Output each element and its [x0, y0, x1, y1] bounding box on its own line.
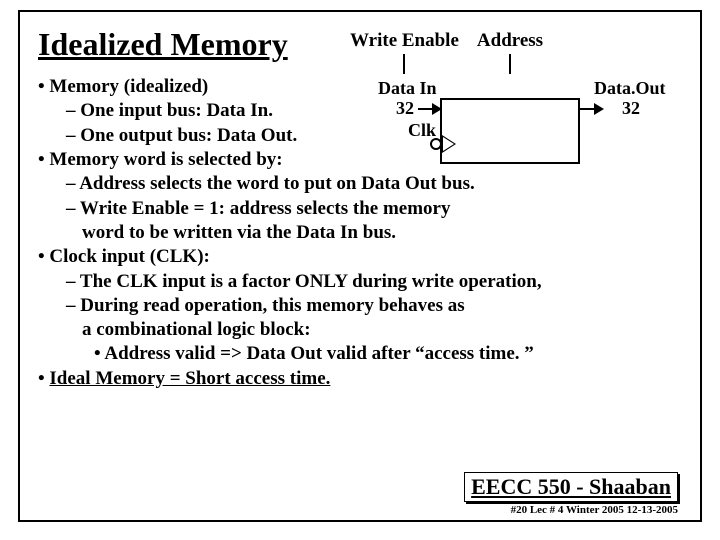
bullet-3-sub-2a: During read operation, this memory behav…: [66, 294, 682, 318]
slide-footer: EECC 550 - Shaaban #20 Lec # 4 Winter 20…: [464, 472, 678, 516]
clk-label: Clk: [408, 120, 436, 141]
bullet-3: Clock input (CLK):: [38, 245, 682, 269]
address-label: Address: [477, 30, 543, 74]
memory-diagram: Data In 32 Clk Data.Out 32: [378, 72, 668, 182]
bullet-3-sub-2b: a combinational logic block:: [38, 318, 682, 342]
bullet-4-text: Ideal Memory = Short access time.: [49, 368, 330, 389]
bullet-3-sub-1: The CLK input is a factor ONLY during wr…: [66, 270, 682, 294]
clk-bubble-icon: [430, 138, 442, 150]
width-in-label: 32: [396, 98, 414, 119]
address-line: [509, 54, 511, 74]
data-in-label: Data In: [378, 78, 437, 99]
course-label: EECC 550 - Shaaban: [464, 472, 678, 502]
bullet-4: Ideal Memory = Short access time.: [38, 367, 682, 391]
footer-meta: #20 Lec # 4 Winter 2005 12-13-2005: [464, 504, 678, 516]
clk-triangle-icon: [442, 135, 456, 153]
write-enable-line: [403, 54, 405, 74]
memory-block: [440, 98, 580, 164]
data-in-arrow: [418, 108, 440, 110]
data-out-arrow: [580, 108, 602, 110]
slide-frame: Idealized Memory Write Enable Address Da…: [18, 10, 702, 522]
top-signal-labels: Write Enable Address: [350, 30, 543, 74]
write-enable-text: Write Enable: [350, 30, 459, 52]
write-enable-label: Write Enable: [350, 30, 459, 74]
bullet-2-sub-2a: Write Enable = 1: address selects the me…: [66, 197, 682, 221]
address-text: Address: [477, 30, 543, 52]
bullet-3-sub-2-sub: Address valid => Data Out valid after “a…: [94, 342, 682, 366]
width-out-label: 32: [622, 98, 640, 119]
data-out-label: Data.Out: [594, 78, 666, 99]
bullet-2-sub-2b: word to be written via the Data In bus.: [38, 221, 682, 245]
